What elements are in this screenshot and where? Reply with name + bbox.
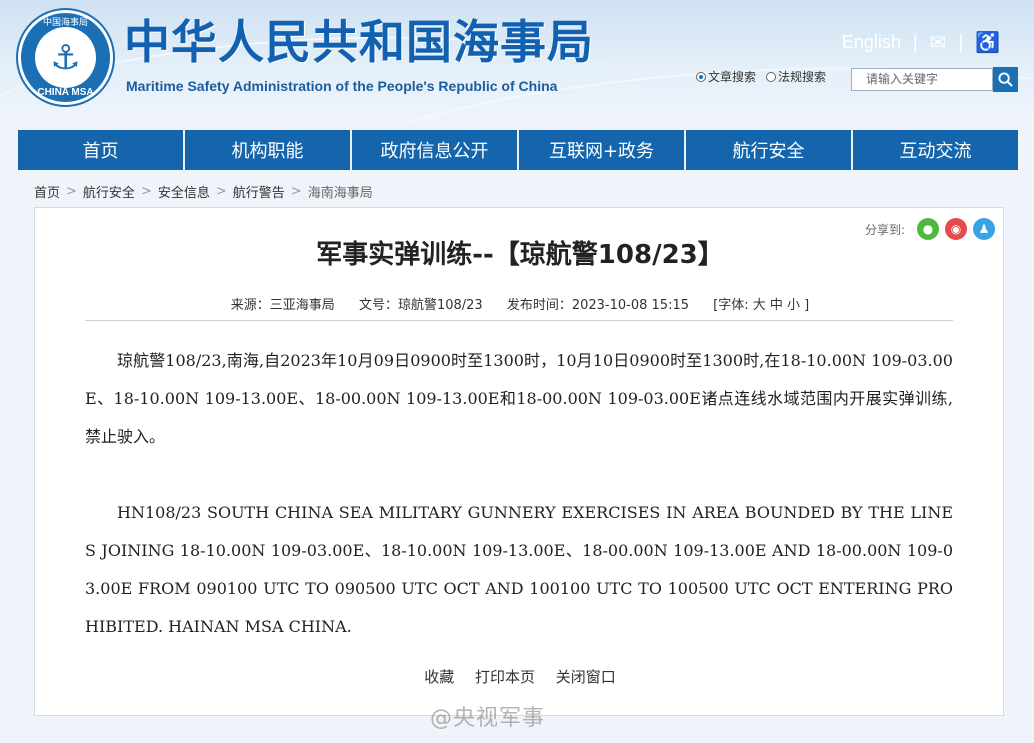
radio-label: 文章搜索 — [708, 70, 757, 84]
accessibility-icon[interactable]: ♿ — [975, 30, 1000, 55]
meta-source: 来源：三亚海事局 — [230, 298, 335, 313]
search-options: 文章搜索 法规搜索 — [696, 68, 836, 85]
main-nav: 首页 机构职能 政府信息公开 互联网+政务 航行安全 互动交流 — [18, 130, 1018, 170]
close-window-button[interactable]: 关闭窗口 — [556, 668, 616, 686]
search-input[interactable]: 请输入关键字 — [851, 68, 993, 91]
anchor-icon: ⚓ — [35, 27, 96, 88]
article-title: 军事实弹训练--【琼航警108/23】 — [316, 240, 724, 270]
separator: | — [958, 32, 964, 52]
breadcrumb-item[interactable]: 航行安全 — [83, 182, 135, 201]
article-body: 琼航警108/23,南海,自2023年10月09日0900时至1300时，10月… — [85, 342, 953, 684]
nav-item-internet-gov[interactable]: 互联网+政务 — [519, 130, 686, 170]
nav-item-interaction[interactable]: 互动交流 — [853, 130, 1018, 170]
search-icon[interactable] — [993, 67, 1018, 92]
breadcrumb-item[interactable]: 安全信息 — [158, 182, 210, 201]
msa-logo[interactable]: 中国海事局 ⚓ CHINA MSA — [18, 10, 113, 105]
radio-dot[interactable] — [766, 71, 777, 82]
breadcrumb-separator: > — [140, 184, 152, 199]
logo-bottom-text: CHINA MSA — [37, 87, 94, 98]
paragraph-english: HN108/23 SOUTH CHINA SEA MILITARY GUNNER… — [85, 503, 953, 636]
site-title: 中华人民共和国海事局 — [124, 15, 594, 69]
breadcrumb-current[interactable]: 海南海事局 — [308, 182, 373, 201]
paragraph-chinese: 琼航警108/23,南海,自2023年10月09日0900时至1300时，10月… — [85, 351, 953, 446]
radio-regulation-search[interactable]: 法规搜索 — [766, 68, 826, 85]
breadcrumb-item[interactable]: 航行警告 — [233, 182, 285, 201]
radio-dot-selected[interactable] — [696, 71, 706, 82]
site-header: 中国海事局 ⚓ CHINA MSA 中华人民共和国海事局 Maritime Sa… — [0, 0, 1034, 122]
top-links: English | ✉ | ♿ — [842, 30, 1000, 55]
breadcrumb-separator: > — [66, 184, 77, 199]
article-actions: 收藏 打印本页 关闭窗口 — [35, 666, 1005, 687]
meta-publish-time: 发布时间：2023-10-08 15:15 — [506, 298, 689, 313]
font-size-control[interactable]: [字体: 大 中 小 ] — [713, 298, 809, 313]
favorite-button[interactable]: 收藏 — [424, 668, 454, 686]
separator: | — [912, 32, 918, 52]
breadcrumb-separator: > — [290, 184, 302, 199]
nav-item-functions[interactable]: 机构职能 — [185, 130, 352, 170]
radio-article-search[interactable]: 文章搜索 — [696, 68, 756, 85]
english-link[interactable]: English — [842, 32, 901, 53]
print-button[interactable]: 打印本页 — [475, 668, 535, 686]
nav-item-navigation-safety[interactable]: 航行安全 — [686, 130, 853, 170]
nav-item-gov-info[interactable]: 政府信息公开 — [352, 130, 519, 170]
breadcrumb: 首页 > 航行安全 > 安全信息 > 航行警告 > 海南海事局 — [34, 182, 373, 201]
breadcrumb-item[interactable]: 首页 — [34, 182, 60, 201]
radio-label: 法规搜索 — [778, 70, 827, 84]
mail-icon[interactable]: ✉ — [930, 30, 947, 55]
watermark: @央视军事 — [430, 706, 546, 731]
site-subtitle: Maritime Safety Administration of the Pe… — [126, 78, 558, 94]
article-meta: 来源：三亚海事局 文号：琼航警108/23 发布时间：2023-10-08 15… — [35, 294, 1005, 313]
meta-doc-no: 文号：琼航警108/23 — [358, 298, 483, 313]
article-panel: 分享到: ● ◉ ♟ 军事实弹训练--【琼航警108/23】 来源：三亚海事局 … — [34, 207, 1004, 716]
breadcrumb-separator: > — [215, 184, 227, 199]
nav-item-home[interactable]: 首页 — [18, 130, 185, 170]
divider — [85, 320, 953, 321]
